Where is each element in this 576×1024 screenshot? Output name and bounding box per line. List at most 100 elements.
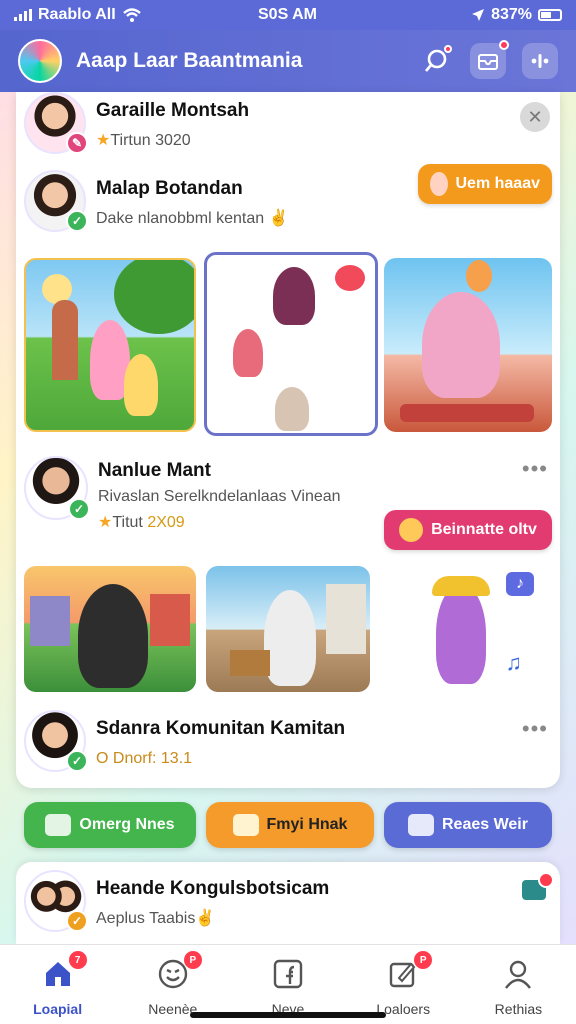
chat-badge	[538, 872, 554, 888]
chip-label: Fmyi Hnak	[266, 816, 348, 833]
chip-button[interactable]: Omerg Nnes	[24, 802, 196, 848]
battery-icon	[538, 9, 562, 21]
avatar[interactable]: ✓	[24, 870, 88, 932]
post-author: Heande Kongulsbotsicam	[96, 878, 330, 899]
post-subtitle: Aeplus Taabis✌	[96, 908, 329, 928]
nav-item-profile[interactable]: Rethias	[461, 945, 576, 1024]
nav-label: Rethias	[494, 1001, 543, 1017]
app-logo[interactable]	[18, 39, 62, 83]
avatar[interactable]: ✓	[24, 170, 88, 232]
post-subtitle: O Dnorf: 13.1	[96, 750, 193, 767]
facebook-icon	[273, 959, 303, 989]
hat-shape	[432, 576, 490, 596]
verified-check-icon: ✓	[66, 750, 88, 772]
building-shape	[326, 584, 366, 654]
person-figure	[273, 267, 315, 325]
mascot-icon	[399, 518, 424, 542]
person-figure	[264, 590, 316, 686]
box-shape	[230, 650, 270, 676]
post-action-button[interactable]: Beinnatte oltv	[384, 510, 552, 550]
notification-dot	[444, 45, 452, 53]
app-title: Aaap Laar Baantmania	[76, 49, 303, 72]
tools-icon	[232, 814, 259, 836]
robot-icon	[45, 814, 72, 836]
home-indicator	[190, 1012, 386, 1018]
post-subtitle: Dake nlanobbml kentan ✌	[96, 208, 288, 228]
avatar[interactable]: ✓	[24, 710, 88, 772]
inbox-button[interactable]	[470, 40, 509, 79]
child-figure	[233, 329, 263, 377]
grid-icon	[531, 54, 549, 68]
post-header[interactable]: ✓ Heande Kongulsbotsicam Aeplus Taabis✌	[24, 870, 329, 932]
post-subtitle-text: Aeplus Taabis	[96, 910, 196, 927]
inbox-icon	[478, 54, 498, 70]
tree-shape	[114, 260, 194, 334]
post-meta: ★Tirtun 3020	[96, 130, 249, 150]
avatar[interactable]: ✓	[24, 456, 90, 520]
post-meta-text: Tirtun 3020	[110, 132, 191, 149]
post-header[interactable]: ✓ Sdanra Komunitan Kamitan O Dnorf: 13.1	[24, 710, 345, 772]
post-photo[interactable]: ♪ ♫	[380, 566, 552, 692]
post-photo[interactable]	[24, 566, 196, 692]
nav-label: Loapial	[33, 1001, 83, 1017]
carrier-label: Raablo AlI	[38, 6, 116, 23]
music-note-icon: ♫	[505, 650, 523, 675]
house-shape	[30, 596, 70, 646]
post-action-button[interactable]: Uem haaav	[418, 164, 552, 204]
location-icon	[472, 9, 485, 21]
nav-item-home[interactable]: 7 Loapial	[0, 945, 115, 1024]
mascot-icon	[430, 172, 448, 196]
bench-shape	[400, 404, 534, 422]
post-meta-text: Titut	[112, 514, 143, 531]
house-shape	[150, 594, 190, 646]
person-figure	[422, 292, 500, 398]
inbox-badge	[499, 40, 509, 50]
feed-card: ✎ Garaille Montsah ★Tirtun 3020 ✕ ✓ Mala…	[16, 92, 560, 788]
feed-card: ✓ Heande Kongulsbotsicam Aeplus Taabis✌	[16, 862, 560, 944]
child-figure	[436, 584, 486, 684]
castle-shape	[52, 300, 78, 380]
chat-icon[interactable]	[522, 872, 554, 900]
close-icon[interactable]: ✕	[520, 102, 550, 132]
post-header[interactable]: ✓ Malap Botandan Dake nlanobbml kentan ✌	[24, 170, 288, 232]
edit-badge-icon: ✎	[66, 132, 88, 154]
post-photo[interactable]	[204, 252, 378, 436]
post-photo[interactable]	[206, 566, 370, 692]
post-photo[interactable]	[24, 258, 196, 432]
post-header[interactable]: ✎ Garaille Montsah ★Tirtun 3020	[24, 92, 249, 154]
person-figure	[78, 584, 148, 688]
status-bar: Raablo AlI S0S AM 837%	[0, 0, 576, 30]
signal-icon	[14, 9, 32, 21]
chip-label: Reaes Weir	[442, 816, 528, 833]
post-action-label: Uem haaav	[455, 175, 541, 192]
app-header: Aaap Laar Baantmania	[0, 30, 576, 92]
search-button[interactable]	[418, 43, 454, 79]
child-figure	[124, 354, 158, 416]
wifi-icon	[122, 8, 141, 22]
post-meta-value: 2X09	[147, 514, 185, 531]
sticker-shape	[335, 265, 365, 291]
post-author: Sdanra Komunitan Kamitan	[96, 718, 346, 739]
menu-button[interactable]	[522, 43, 558, 79]
star-icon: ★	[96, 132, 111, 149]
clap-icon: ✌	[268, 210, 289, 227]
post-meta: ★Titut 2X09	[98, 512, 341, 532]
chip-button[interactable]: Fmyi Hnak	[206, 802, 374, 848]
battery-percent: 837%	[491, 6, 532, 23]
chip-button[interactable]: Reaes Weir	[384, 802, 552, 848]
post-author: Malap Botandan	[96, 178, 243, 199]
post-subtitle: Rivaslan Serelkndelanlaas Vinean	[98, 488, 341, 505]
status-time: S0S AM	[258, 6, 317, 23]
chip-label: Omerg Nnes	[79, 816, 175, 833]
verified-check-icon: ✓	[68, 498, 90, 520]
profile-icon	[505, 960, 532, 989]
post-header[interactable]: ✓ Nanlue Mant Rivaslan Serelkndelanlaas …	[24, 456, 341, 532]
post-author: Garaille Montsah	[96, 100, 250, 121]
more-options-icon[interactable]: •••	[522, 456, 548, 482]
more-options-icon[interactable]: •••	[522, 716, 548, 742]
book-icon	[408, 814, 434, 836]
balloon-shape	[466, 260, 492, 292]
post-photo[interactable]	[384, 258, 552, 432]
avatar[interactable]: ✎	[24, 92, 88, 154]
nav-badge: P	[414, 951, 433, 969]
